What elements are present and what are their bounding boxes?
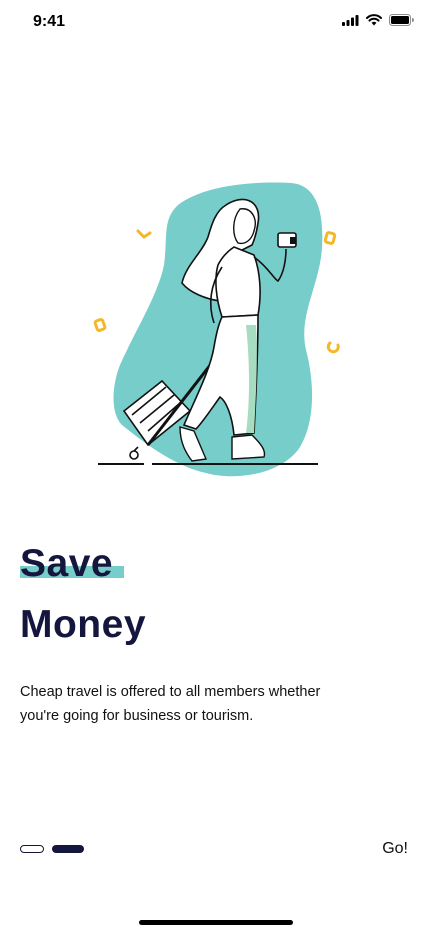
- home-indicator[interactable]: [139, 920, 293, 925]
- page-dot-2-active[interactable]: [52, 845, 84, 853]
- status-time: 9:41: [33, 13, 66, 30]
- page-indicator: [20, 845, 84, 853]
- status-icons: [342, 14, 414, 26]
- headline: Save Money: [20, 540, 146, 646]
- headline-line-1: Save: [20, 540, 124, 588]
- traveler-illustration: [93, 182, 340, 477]
- description-text: Cheap travel is offered to all members w…: [20, 684, 321, 724]
- status-bar: 9:41: [0, 0, 428, 44]
- page-dot-1[interactable]: [20, 845, 44, 853]
- battery-icon: [389, 14, 414, 26]
- wifi-icon: [366, 14, 382, 26]
- headline-line-2: Money: [20, 603, 147, 646]
- signal-icon: [342, 14, 359, 26]
- headline-save: Save: [20, 542, 114, 585]
- go-button[interactable]: Go!: [382, 840, 408, 858]
- shirt: [215, 246, 261, 318]
